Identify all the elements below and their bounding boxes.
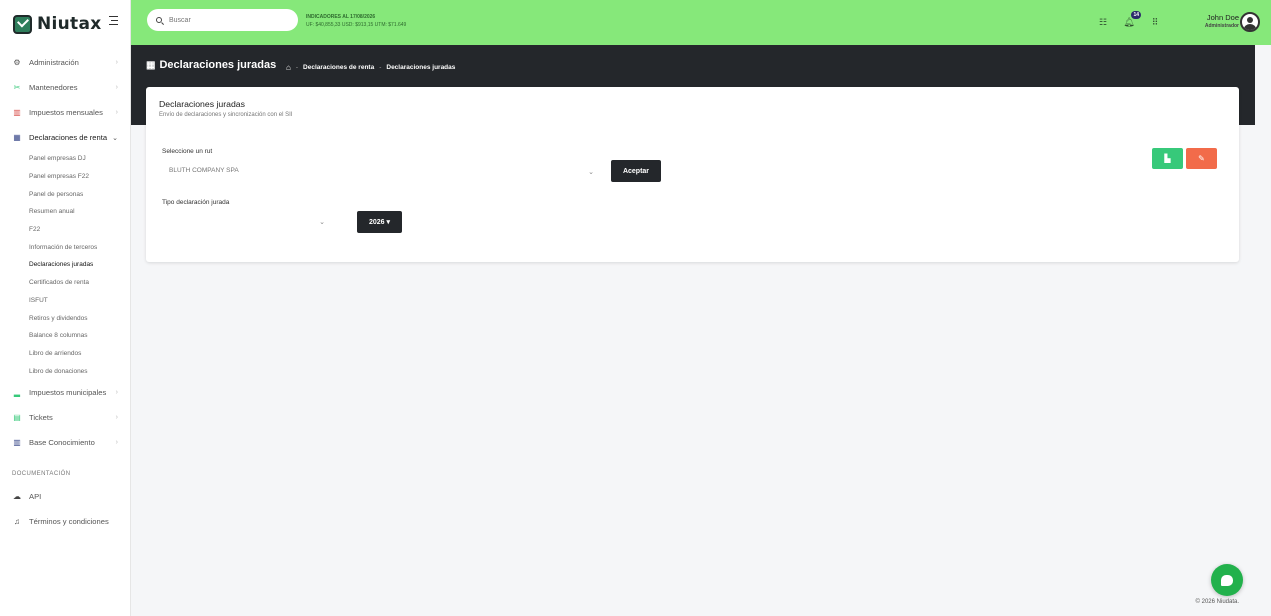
list-icon[interactable]: ☷	[1097, 16, 1109, 28]
indicators-values: UF: $40,855,33 USD: $913,15 UTM: $71.649	[306, 22, 407, 28]
logo-icon	[13, 14, 32, 34]
topbar: INDICADORES AL 17/08/2026 UF: $40,855,33…	[131, 0, 1271, 45]
declaraciones-card: Declaraciones juradas Envío de declaraci…	[146, 87, 1239, 262]
subnav-item[interactable]: Resumen anual	[29, 203, 131, 221]
building-icon: ▦	[13, 133, 21, 142]
building-icon: ▦	[146, 59, 156, 71]
year-dropdown-button[interactable]: 2026 ▾	[357, 211, 402, 233]
chevron-down-icon: ⌄	[588, 169, 594, 176]
search-input[interactable]	[169, 16, 279, 24]
logo[interactable]: Niutax	[13, 14, 102, 34]
chevron-down-icon: ⌄	[319, 219, 325, 226]
sidebar-item-label: Administración	[29, 58, 79, 67]
building-icon: ▙	[1164, 154, 1171, 163]
user-info[interactable]: John Doe Administrador	[1205, 13, 1239, 29]
sidebar-item-impuestos-municipales[interactable]: ▂ Impuestos municipales ›	[0, 380, 131, 405]
apps-grid-icon[interactable]: ⠿	[1149, 16, 1161, 28]
chat-button[interactable]	[1211, 564, 1243, 596]
cloud-icon: ☁	[13, 492, 21, 501]
indicators-title: INDICADORES AL 17/08/2026	[306, 14, 376, 20]
avatar[interactable]	[1240, 12, 1260, 32]
user-role: Administrador	[1204, 23, 1239, 29]
chevron-right-icon: ›	[115, 388, 118, 396]
ticket-icon: ▤	[13, 412, 21, 422]
edit-button[interactable]: ✎	[1186, 148, 1217, 169]
sidebar-item-administracion[interactable]: ⚙ Administración ›	[0, 50, 131, 75]
gear-icon: ⚙	[13, 58, 21, 67]
sync-button[interactable]: ▙	[1152, 148, 1183, 169]
chevron-down-icon: ⌄	[112, 134, 118, 142]
subnav-item[interactable]: F22	[29, 221, 131, 239]
search-box[interactable]	[147, 9, 298, 31]
sidebar-item-label: Tickets	[29, 412, 53, 422]
library-icon: ▥	[13, 437, 21, 447]
card-title: Declaraciones juradas	[159, 99, 245, 109]
rut-select[interactable]: BLUTH COMPANY SPA ⌄	[169, 167, 594, 181]
breadcrumb-item: Declaraciones juradas	[386, 64, 456, 71]
declaraciones-subnav: Panel empresas DJ Panel empresas F22 Pan…	[0, 150, 131, 380]
sidebar-item-label: Declaraciones de renta	[29, 133, 108, 142]
subnav-item[interactable]: Retiros y dividendos	[29, 309, 131, 327]
subnav-item[interactable]: Panel empresas DJ	[29, 150, 131, 168]
sidebar-item-label: Base Conocimiento	[29, 437, 95, 447]
breadcrumb: ⌂ - Declaraciones de renta - Declaracion…	[286, 63, 456, 72]
sidebar-item-label: Impuestos mensuales	[29, 108, 103, 117]
chevron-right-icon: ›	[115, 59, 118, 66]
subnav-item-active[interactable]: Declaraciones juradas	[29, 256, 131, 274]
accept-button[interactable]: Aceptar	[611, 160, 661, 182]
notification-badge: 14	[1131, 11, 1141, 19]
sidebar: Niutax ⚙ Administración › ✂ Mantenedores…	[0, 0, 131, 616]
sidebar-item-api[interactable]: ☁ API	[12, 492, 41, 501]
sidebar-item-declaraciones-renta[interactable]: ▦ Declaraciones de renta ⌄	[0, 125, 131, 150]
sidebar-item-tickets[interactable]: ▤ Tickets ›	[0, 405, 131, 430]
breadcrumb-item[interactable]: Declaraciones de renta	[303, 64, 374, 71]
user-name: John Doe	[1206, 13, 1239, 22]
chevron-right-icon: ›	[115, 413, 118, 421]
sidebar-item-terminos[interactable]: ♫ Términos y condiciones	[12, 517, 109, 526]
sidebar-item-label: Términos y condiciones	[29, 517, 109, 526]
page-title: ▦ Declaraciones juradas	[146, 59, 276, 71]
subnav-item[interactable]: Información de terceros	[29, 238, 131, 256]
menu-toggle-icon[interactable]	[109, 16, 118, 27]
sidebar-item-label: API	[29, 492, 42, 501]
brand-name: Niutax	[37, 14, 102, 34]
sidebar-nav: ⚙ Administración › ✂ Mantenedores › ▥ Im…	[0, 50, 131, 455]
subnav-item[interactable]: Panel de personas	[29, 185, 131, 203]
sidebar-item-mantenedores[interactable]: ✂ Mantenedores ›	[0, 75, 131, 100]
page-title-text: Declaraciones juradas	[159, 59, 277, 71]
home-icon[interactable]: ⌂	[286, 63, 291, 72]
section-title-documentacion: DOCUMENTACIÓN	[12, 471, 71, 477]
sidebar-item-label: Mantenedores	[29, 83, 78, 92]
books-icon: ▥	[13, 108, 21, 117]
subnav-item[interactable]: Balance 8 columnas	[29, 327, 131, 345]
subnav-item[interactable]: Certificados de renta	[29, 274, 131, 292]
subnav-item[interactable]: Panel empresas F22	[29, 168, 131, 186]
card-subtitle: Envío de declaraciones y sincronización …	[159, 112, 293, 118]
chevron-right-icon: ›	[115, 109, 118, 116]
top-icons: ☷ 🔔︎ 14 ⠿	[1083, 11, 1161, 28]
tools-icon: ✂	[13, 83, 21, 92]
rut-select-value: BLUTH COMPANY SPA	[169, 167, 239, 174]
type-label: Tipo declaración jurada	[162, 199, 230, 206]
search-icon	[156, 17, 162, 23]
chat-icon	[1221, 574, 1233, 586]
type-select[interactable]: ⌄	[169, 217, 325, 231]
bell-icon[interactable]: 🔔︎ 14	[1123, 11, 1141, 28]
subnav-item[interactable]: ISFUT	[29, 292, 131, 310]
indicators: INDICADORES AL 17/08/2026 UF: $40,855,33…	[306, 13, 406, 29]
chevron-right-icon: ›	[115, 438, 118, 446]
chart-icon: ▂	[13, 387, 21, 397]
sidebar-item-label: Impuestos municipales	[29, 387, 107, 397]
chevron-right-icon: ›	[115, 84, 118, 91]
rut-label: Seleccione un rut	[162, 148, 213, 155]
subnav-item[interactable]: Libro de donaciones	[29, 362, 131, 380]
sidebar-item-impuestos-mensuales[interactable]: ▥ Impuestos mensuales ›	[0, 100, 131, 125]
sidebar-item-base-conocimiento[interactable]: ▥ Base Conocimiento ›	[0, 430, 131, 455]
footer: © 2026 Niudata.	[1195, 599, 1239, 605]
subnav-item[interactable]: Libro de arriendos	[29, 345, 131, 363]
edit-icon: ✎	[1198, 154, 1205, 163]
handshake-icon: ♫	[14, 517, 20, 526]
